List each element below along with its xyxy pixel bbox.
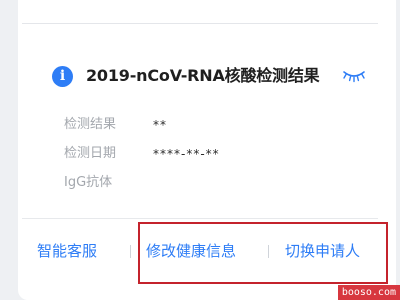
test-result-value: ** <box>153 118 167 132</box>
smart-customer-service-button[interactable]: 智能客服 <box>37 240 97 262</box>
watermark: booso.com <box>337 285 400 300</box>
divider <box>22 218 378 219</box>
info-icon: i <box>52 66 73 87</box>
footer-separator <box>130 245 131 258</box>
test-date-value: ****-**-** <box>153 147 220 161</box>
test-result-label: 检测结果 <box>64 117 117 132</box>
result-title: 2019-nCoV-RNA核酸检测结果 <box>86 66 320 85</box>
eye-closed-icon[interactable] <box>342 69 366 83</box>
test-date-label: 检测日期 <box>64 146 117 161</box>
divider <box>22 23 378 24</box>
highlight-annotation-box <box>138 222 388 284</box>
igg-antibody-label: IgG抗体 <box>64 175 113 190</box>
